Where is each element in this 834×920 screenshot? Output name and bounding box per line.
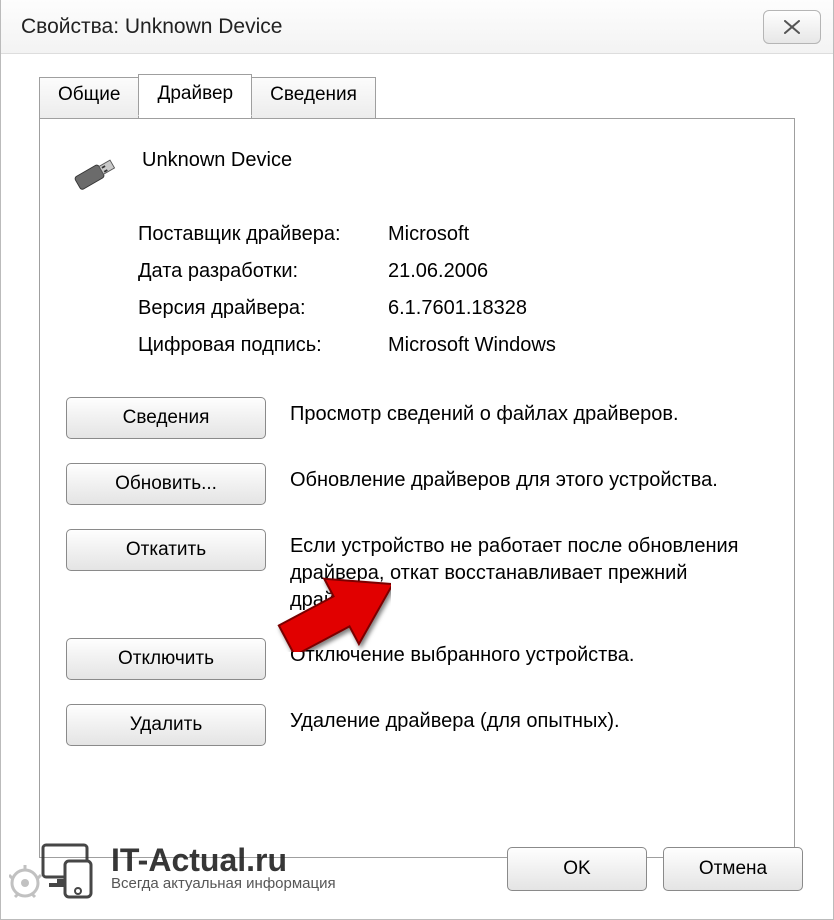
cancel-button[interactable]: Отмена	[663, 847, 803, 891]
driver-details-desc: Просмотр сведений о файлах драйверов.	[290, 397, 679, 428]
watermark-logo-icon	[9, 835, 103, 899]
driver-details-button[interactable]: Сведения	[66, 397, 266, 439]
update-driver-desc: Обновление драйверов для этого устройств…	[290, 463, 718, 494]
uninstall-driver-button[interactable]: Удалить	[66, 704, 266, 746]
tab-panel-driver: Unknown Device Поставщик драйвера: Micro…	[39, 118, 795, 858]
usb-device-icon	[66, 153, 124, 195]
device-header: Unknown Device	[66, 149, 768, 195]
tab-details[interactable]: Сведения	[251, 77, 376, 119]
date-label: Дата разработки:	[138, 260, 388, 283]
watermark-title: IT-Actual.ru	[111, 844, 336, 876]
disable-device-desc: Отключение выбранного устройства.	[290, 638, 634, 669]
dialog-footer: OK Отмена	[507, 847, 803, 891]
rollback-driver-button[interactable]: Откатить	[66, 529, 266, 571]
uninstall-driver-desc: Удаление драйвера (для опытных).	[290, 704, 620, 735]
signer-label: Цифровая подпись:	[138, 334, 388, 357]
driver-info: Поставщик драйвера: Microsoft Дата разра…	[138, 223, 768, 357]
properties-dialog: Свойства: Unknown Device Общие Драйвер С…	[0, 0, 834, 920]
provider-label: Поставщик драйвера:	[138, 223, 388, 246]
titlebar: Свойства: Unknown Device	[1, 0, 833, 54]
window-title: Свойства: Unknown Device	[21, 15, 282, 39]
close-icon	[783, 20, 801, 34]
device-name: Unknown Device	[142, 149, 292, 172]
ok-button[interactable]: OK	[507, 847, 647, 891]
tab-container: Общие Драйвер Сведения Unknown Device	[39, 76, 795, 858]
disable-device-button[interactable]: Отключить	[66, 638, 266, 680]
source-watermark: IT-Actual.ru Всегда актуальная информаци…	[9, 835, 336, 899]
update-driver-button[interactable]: Обновить...	[66, 463, 266, 505]
tab-driver[interactable]: Драйвер	[138, 74, 252, 116]
version-value: 6.1.7601.18328	[388, 297, 527, 320]
tab-general[interactable]: Общие	[39, 77, 139, 119]
rollback-driver-desc: Если устройство не работает после обновл…	[290, 529, 768, 614]
close-button[interactable]	[763, 10, 821, 44]
date-value: 21.06.2006	[388, 260, 488, 283]
watermark-subtitle: Всегда актуальная информация	[111, 876, 336, 891]
version-label: Версия драйвера:	[138, 297, 388, 320]
signer-value: Microsoft Windows	[388, 334, 556, 357]
provider-value: Microsoft	[388, 223, 469, 246]
tab-strip: Общие Драйвер Сведения	[39, 76, 795, 118]
